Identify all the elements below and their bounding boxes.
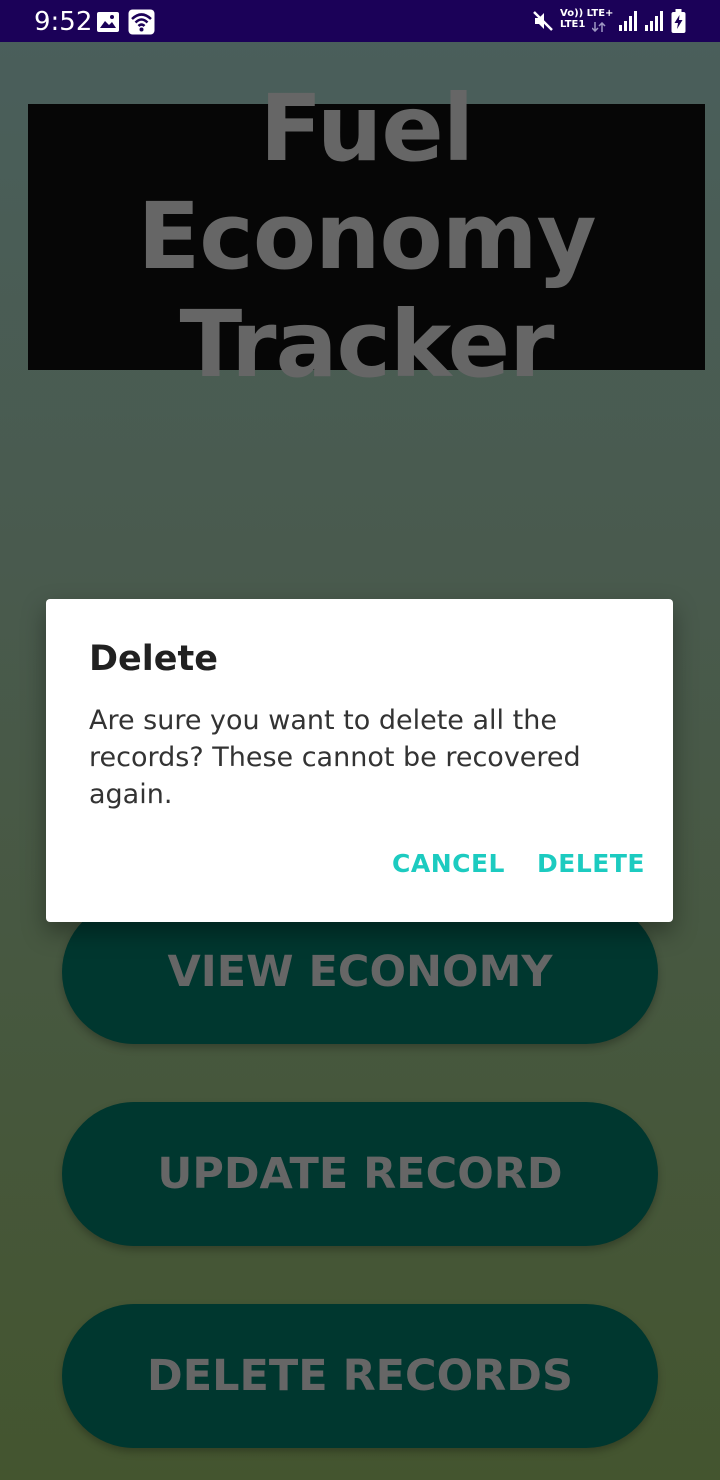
app-title: Fuel Economy Tracker xyxy=(137,75,596,398)
battery-charging-icon xyxy=(671,9,686,33)
wifi-icon xyxy=(128,9,155,35)
data-activity-icon xyxy=(592,22,606,32)
signal-icon xyxy=(645,11,663,31)
status-time: 9:52 xyxy=(34,7,93,37)
mute-icon xyxy=(533,11,553,31)
status-bar: 9:52 Vo)) LTE+ LTE1 xyxy=(0,0,720,42)
dialog-message: Are sure you want to delete all the reco… xyxy=(89,705,581,810)
network-label-top: Vo)) LTE+ xyxy=(560,8,614,19)
delete-button[interactable]: DELETE xyxy=(537,849,645,878)
app-title-banner: Fuel Economy Tracker xyxy=(28,75,705,398)
update-record-button[interactable]: UPDATE RECORD xyxy=(62,1102,658,1246)
cancel-button[interactable]: CANCEL xyxy=(392,849,505,878)
dialog-title: Delete xyxy=(89,639,218,679)
signal-icon xyxy=(619,11,637,31)
delete-confirmation-dialog: Delete Are sure you want to delete all t… xyxy=(46,599,673,922)
delete-records-button[interactable]: DELETE RECORDS xyxy=(62,1304,658,1448)
app-screen: 9:52 Vo)) LTE+ LTE1 Fuel Economy Tracker… xyxy=(0,0,720,1480)
gallery-icon xyxy=(97,12,119,32)
